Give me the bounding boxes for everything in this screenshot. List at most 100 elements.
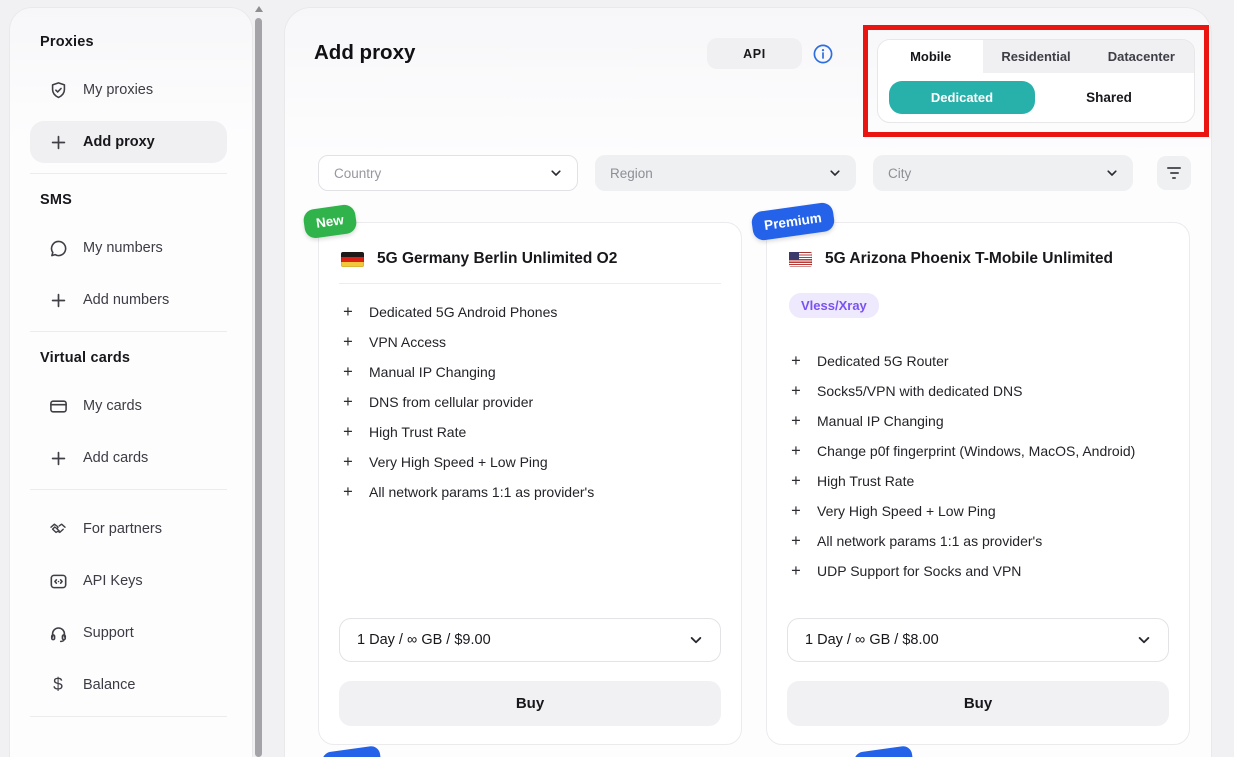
sidebar-item-label: API Keys bbox=[83, 573, 143, 589]
region-placeholder: Region bbox=[610, 166, 653, 181]
premium-badge: Premium bbox=[750, 201, 835, 241]
plan-select[interactable]: 1 Day / ∞ GB / $8.00 bbox=[787, 618, 1169, 662]
sidebar-item-label: Add cards bbox=[83, 450, 148, 466]
sidebar-section-proxies: Proxies bbox=[40, 34, 227, 50]
proxy-subtype-tabs: Dedicated Shared bbox=[878, 73, 1194, 122]
sidebar-item-my-proxies[interactable]: My proxies bbox=[30, 69, 227, 111]
country-placeholder: Country bbox=[334, 166, 381, 181]
feature-item: +High Trust Rate bbox=[789, 466, 1169, 496]
app: Proxies My proxies Add proxy SMS bbox=[0, 0, 1234, 757]
new-badge: New bbox=[302, 204, 357, 240]
sidebar-item-label: Add numbers bbox=[83, 292, 169, 308]
annotation-highlight-box: Mobile Residential Datacenter Dedicated … bbox=[863, 25, 1209, 137]
feature-item: +DNS from cellular provider bbox=[341, 387, 721, 417]
card-divider bbox=[339, 283, 721, 284]
plus-icon: + bbox=[341, 394, 355, 411]
chevron-down-icon bbox=[828, 166, 842, 180]
vless-xray-tag: Vless/Xray bbox=[789, 293, 879, 318]
api-code-icon bbox=[48, 571, 68, 591]
country-select[interactable]: Country bbox=[318, 155, 578, 191]
sidebar-item-my-numbers[interactable]: My numbers bbox=[30, 227, 227, 269]
subtab-shared[interactable]: Shared bbox=[1035, 81, 1183, 114]
handshake-icon bbox=[48, 519, 68, 539]
sidebar-item-support[interactable]: Support bbox=[30, 612, 227, 654]
plus-icon: + bbox=[341, 364, 355, 381]
feature-item: +Very High Speed + Low Ping bbox=[341, 447, 721, 477]
proxy-type-tabs: Mobile Residential Datacenter bbox=[878, 40, 1194, 73]
proxy-card-arizona: Premium 5G Arizona Phoenix T-Mobile Unli… bbox=[766, 222, 1190, 745]
sidebar-item-label: Balance bbox=[83, 677, 135, 693]
chevron-down-icon bbox=[688, 632, 704, 648]
api-button[interactable]: API bbox=[707, 38, 802, 69]
plus-icon: + bbox=[789, 473, 803, 490]
sidebar-divider bbox=[30, 173, 227, 174]
plus-icon bbox=[48, 448, 68, 468]
feature-item: +UDP Support for Socks and VPN bbox=[789, 556, 1169, 586]
card-title: 5G Germany Berlin Unlimited O2 bbox=[377, 250, 617, 268]
sidebar-divider bbox=[30, 489, 227, 490]
sidebar-item-api-keys[interactable]: API Keys bbox=[30, 560, 227, 602]
sidebar-item-label: My cards bbox=[83, 398, 142, 414]
feature-item: +Very High Speed + Low Ping bbox=[789, 496, 1169, 526]
scrollbar-thumb[interactable] bbox=[255, 18, 262, 757]
main-panel: Add proxy API Mobile Residential Datacen… bbox=[285, 8, 1211, 757]
feature-item: +All network params 1:1 as provider's bbox=[341, 477, 721, 507]
chevron-down-icon bbox=[1136, 632, 1152, 648]
scrollbar-up-arrow-icon[interactable] bbox=[255, 6, 263, 12]
sidebar: Proxies My proxies Add proxy SMS bbox=[10, 8, 252, 757]
plus-icon: + bbox=[789, 383, 803, 400]
proxy-cards: New 5G Germany Berlin Unlimited O2 +Dedi… bbox=[318, 222, 1190, 745]
sidebar-divider bbox=[30, 716, 227, 717]
headset-icon bbox=[48, 623, 68, 643]
sidebar-section-sms: SMS bbox=[40, 192, 227, 208]
sidebar-item-label: My numbers bbox=[83, 240, 163, 256]
region-select[interactable]: Region bbox=[595, 155, 856, 191]
sidebar-item-balance[interactable]: $ Balance bbox=[30, 664, 227, 706]
buy-button[interactable]: Buy bbox=[787, 681, 1169, 726]
tab-datacenter[interactable]: Datacenter bbox=[1089, 40, 1194, 73]
feature-item: +VPN Access bbox=[341, 327, 721, 357]
feature-list: +Dedicated 5G Android Phones +VPN Access… bbox=[339, 297, 721, 507]
tab-residential[interactable]: Residential bbox=[983, 40, 1088, 73]
usa-flag-icon bbox=[789, 252, 812, 267]
feature-item: +Change p0f fingerprint (Windows, MacOS,… bbox=[789, 436, 1169, 466]
feature-item: +Manual IP Changing bbox=[341, 357, 721, 387]
filter-button[interactable] bbox=[1157, 156, 1191, 190]
plus-icon: + bbox=[789, 503, 803, 520]
info-icon[interactable] bbox=[812, 43, 834, 65]
germany-flag-icon bbox=[341, 252, 364, 267]
feature-item: +Dedicated 5G Router bbox=[789, 346, 1169, 376]
feature-item: +Dedicated 5G Android Phones bbox=[341, 297, 721, 327]
plus-icon: + bbox=[789, 443, 803, 460]
plus-icon bbox=[48, 290, 68, 310]
tab-mobile[interactable]: Mobile bbox=[878, 40, 983, 73]
feature-item: +Socks5/VPN with dedicated DNS bbox=[789, 376, 1169, 406]
subtab-dedicated[interactable]: Dedicated bbox=[889, 81, 1035, 114]
plus-icon: + bbox=[341, 334, 355, 351]
sidebar-item-add-numbers[interactable]: Add numbers bbox=[30, 279, 227, 321]
sidebar-item-for-partners[interactable]: For partners bbox=[30, 508, 227, 550]
dollar-icon: $ bbox=[48, 675, 68, 695]
sidebar-item-add-proxy[interactable]: Add proxy bbox=[30, 121, 227, 163]
feature-item: +High Trust Rate bbox=[341, 417, 721, 447]
plus-icon: + bbox=[341, 304, 355, 321]
plus-icon bbox=[48, 132, 68, 152]
plan-select[interactable]: 1 Day / ∞ GB / $9.00 bbox=[339, 618, 721, 662]
partial-badge bbox=[321, 745, 382, 757]
plus-icon: + bbox=[341, 454, 355, 471]
sidebar-item-my-cards[interactable]: My cards bbox=[30, 385, 227, 427]
page-title: Add proxy bbox=[314, 41, 415, 65]
city-select[interactable]: City bbox=[873, 155, 1133, 191]
sidebar-scrollbar[interactable] bbox=[253, 0, 265, 757]
chevron-down-icon bbox=[549, 166, 563, 180]
credit-card-icon bbox=[48, 396, 68, 416]
feature-item: +Manual IP Changing bbox=[789, 406, 1169, 436]
city-placeholder: City bbox=[888, 166, 911, 181]
plan-value: 1 Day / ∞ GB / $8.00 bbox=[805, 632, 939, 648]
sidebar-item-label: For partners bbox=[83, 521, 162, 537]
plan-value: 1 Day / ∞ GB / $9.00 bbox=[357, 632, 491, 648]
sidebar-item-add-cards[interactable]: Add cards bbox=[30, 437, 227, 479]
buy-button[interactable]: Buy bbox=[339, 681, 721, 726]
card-header: 5G Germany Berlin Unlimited O2 bbox=[341, 250, 721, 268]
filter-icon bbox=[1167, 167, 1181, 169]
